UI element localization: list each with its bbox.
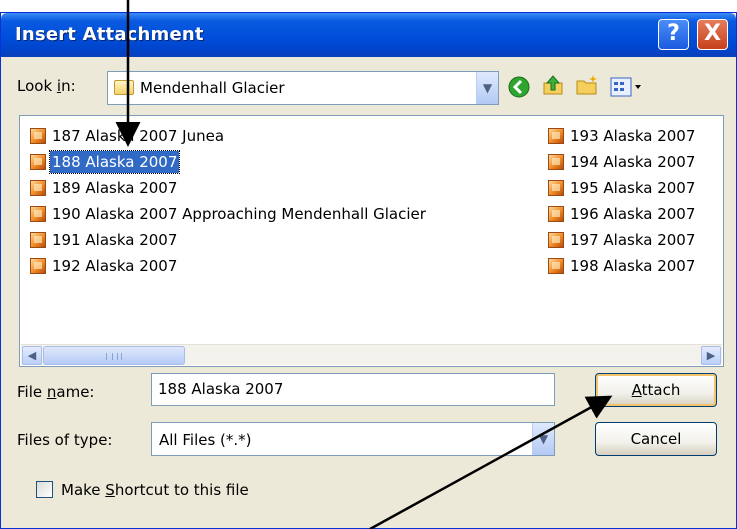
image-file-icon: [30, 206, 46, 222]
up-folder-icon[interactable]: [541, 73, 565, 97]
file-type-label: Files of type:: [17, 431, 113, 449]
image-file-icon: [548, 180, 564, 196]
file-name-label: File name:: [17, 383, 95, 401]
image-file-icon: [548, 154, 564, 170]
image-file-icon: [548, 128, 564, 144]
image-file-icon: [30, 154, 46, 170]
scroll-right-icon[interactable]: ▶: [701, 346, 721, 365]
make-shortcut-checkbox[interactable]: [36, 481, 53, 498]
attach-button[interactable]: Attach: [595, 373, 717, 407]
file-name-input[interactable]: 188 Alaska 2007: [151, 373, 555, 406]
cancel-button[interactable]: Cancel: [595, 422, 717, 456]
image-file-icon: [548, 232, 564, 248]
image-file-icon: [30, 128, 46, 144]
back-icon[interactable]: [507, 75, 531, 99]
chevron-down-icon[interactable]: ▼: [532, 423, 554, 455]
chevron-down-icon[interactable]: ▼: [476, 72, 498, 104]
image-file-icon: [548, 206, 564, 222]
close-button[interactable]: X: [697, 19, 728, 50]
scroll-left-icon[interactable]: ◀: [22, 346, 42, 365]
image-file-icon: [30, 232, 46, 248]
file-list[interactable]: 187 Alaska 2007 Junea 188 Alaska 2007 18…: [19, 115, 724, 367]
folder-icon: [114, 80, 134, 95]
help-button[interactable]: ?: [658, 19, 689, 50]
insert-attachment-dialog: Insert Attachment ? X Look in: Mendenhal…: [0, 12, 737, 529]
horizontal-scrollbar[interactable]: ◀ ▶: [21, 344, 722, 365]
image-file-icon: [30, 258, 46, 274]
look-in-value: Mendenhall Glacier: [140, 79, 285, 97]
image-file-icon: [30, 180, 46, 196]
scrollbar-thumb[interactable]: [43, 346, 185, 365]
make-shortcut-label[interactable]: Make Shortcut to this file: [61, 481, 249, 499]
title-bar[interactable]: Insert Attachment ? X: [1, 13, 736, 57]
file-type-dropdown[interactable]: All Files (*.*) ▼: [151, 422, 555, 456]
new-folder-icon[interactable]: [575, 73, 599, 97]
dialog-title: Insert Attachment: [15, 24, 204, 45]
image-file-icon: [548, 258, 564, 274]
look-in-label: Look in:: [17, 77, 76, 95]
file-type-value: All Files (*.*): [159, 431, 252, 449]
look-in-dropdown[interactable]: Mendenhall Glacier ▼: [107, 71, 499, 105]
views-menu-icon[interactable]: [609, 75, 643, 99]
grip-icon: [106, 353, 122, 360]
